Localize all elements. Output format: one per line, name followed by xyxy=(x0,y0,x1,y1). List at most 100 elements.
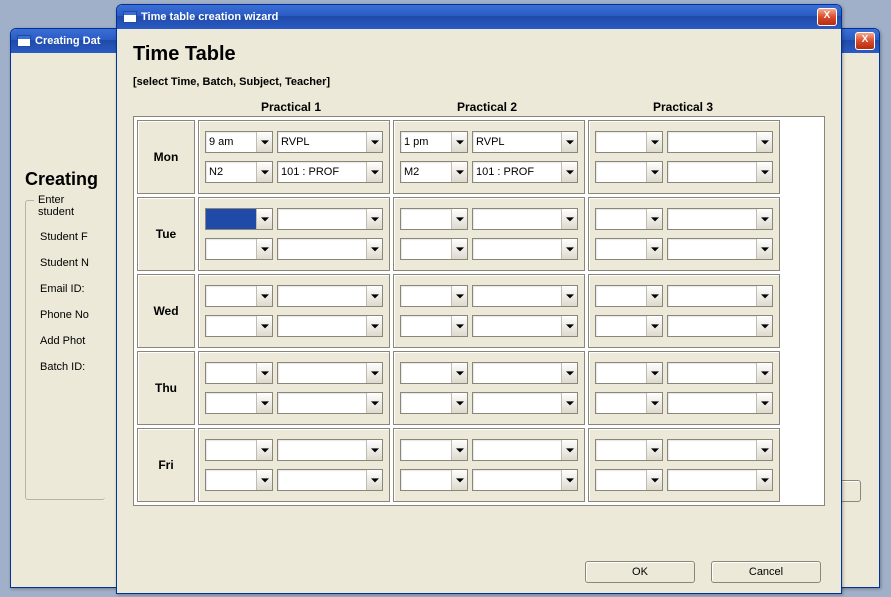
subject-select[interactable] xyxy=(472,208,578,230)
chevron-down-icon[interactable] xyxy=(646,239,662,259)
chevron-down-icon[interactable] xyxy=(366,286,382,306)
time-select[interactable] xyxy=(595,439,663,461)
chevron-down-icon[interactable] xyxy=(366,239,382,259)
subject-select[interactable] xyxy=(667,285,773,307)
chevron-down-icon[interactable] xyxy=(256,363,272,383)
close-icon[interactable]: X xyxy=(817,8,837,26)
chevron-down-icon[interactable] xyxy=(256,209,272,229)
chevron-down-icon[interactable] xyxy=(451,132,467,152)
chevron-down-icon[interactable] xyxy=(451,209,467,229)
chevron-down-icon[interactable] xyxy=(366,209,382,229)
chevron-down-icon[interactable] xyxy=(646,393,662,413)
time-select[interactable] xyxy=(400,208,468,230)
teacher-select[interactable]: 101 : PROF xyxy=(277,161,383,183)
teacher-select[interactable] xyxy=(667,315,773,337)
subject-select[interactable] xyxy=(472,362,578,384)
subject-select[interactable] xyxy=(277,362,383,384)
chevron-down-icon[interactable] xyxy=(366,393,382,413)
subject-select[interactable] xyxy=(277,208,383,230)
batch-select[interactable] xyxy=(595,392,663,414)
subject-select[interactable] xyxy=(667,131,773,153)
batch-select[interactable] xyxy=(595,161,663,183)
chevron-down-icon[interactable] xyxy=(756,162,772,182)
chevron-down-icon[interactable] xyxy=(756,363,772,383)
chevron-down-icon[interactable] xyxy=(451,363,467,383)
chevron-down-icon[interactable] xyxy=(646,363,662,383)
chevron-down-icon[interactable] xyxy=(646,209,662,229)
chevron-down-icon[interactable] xyxy=(756,470,772,490)
subject-select[interactable]: RVPL xyxy=(277,131,383,153)
chevron-down-icon[interactable] xyxy=(366,132,382,152)
time-select[interactable] xyxy=(595,362,663,384)
front-titlebar[interactable]: Time table creation wizard X xyxy=(117,5,841,29)
chevron-down-icon[interactable] xyxy=(561,162,577,182)
batch-select[interactable]: N2 xyxy=(205,161,273,183)
chevron-down-icon[interactable] xyxy=(451,286,467,306)
teacher-select[interactable] xyxy=(667,161,773,183)
batch-select[interactable] xyxy=(400,392,468,414)
chevron-down-icon[interactable] xyxy=(646,132,662,152)
teacher-select[interactable] xyxy=(277,469,383,491)
chevron-down-icon[interactable] xyxy=(451,440,467,460)
batch-select[interactable] xyxy=(595,238,663,260)
chevron-down-icon[interactable] xyxy=(646,286,662,306)
chevron-down-icon[interactable] xyxy=(561,393,577,413)
teacher-select[interactable] xyxy=(667,238,773,260)
chevron-down-icon[interactable] xyxy=(256,393,272,413)
subject-select[interactable] xyxy=(277,439,383,461)
chevron-down-icon[interactable] xyxy=(561,286,577,306)
chevron-down-icon[interactable] xyxy=(451,316,467,336)
subject-select[interactable] xyxy=(472,285,578,307)
time-select[interactable] xyxy=(205,285,273,307)
batch-select[interactable] xyxy=(205,315,273,337)
chevron-down-icon[interactable] xyxy=(561,209,577,229)
teacher-select[interactable] xyxy=(277,238,383,260)
time-select[interactable] xyxy=(595,285,663,307)
chevron-down-icon[interactable] xyxy=(451,393,467,413)
time-select[interactable] xyxy=(205,362,273,384)
chevron-down-icon[interactable] xyxy=(756,239,772,259)
chevron-down-icon[interactable] xyxy=(256,286,272,306)
time-select[interactable]: 9 am xyxy=(205,131,273,153)
chevron-down-icon[interactable] xyxy=(646,470,662,490)
chevron-down-icon[interactable] xyxy=(756,316,772,336)
close-icon[interactable]: X xyxy=(855,32,875,50)
chevron-down-icon[interactable] xyxy=(646,316,662,336)
chevron-down-icon[interactable] xyxy=(561,239,577,259)
chevron-down-icon[interactable] xyxy=(561,363,577,383)
chevron-down-icon[interactable] xyxy=(451,162,467,182)
chevron-down-icon[interactable] xyxy=(561,132,577,152)
chevron-down-icon[interactable] xyxy=(646,440,662,460)
time-select[interactable] xyxy=(205,439,273,461)
batch-select[interactable] xyxy=(400,238,468,260)
chevron-down-icon[interactable] xyxy=(451,470,467,490)
chevron-down-icon[interactable] xyxy=(756,132,772,152)
chevron-down-icon[interactable] xyxy=(256,162,272,182)
subject-select[interactable] xyxy=(277,285,383,307)
chevron-down-icon[interactable] xyxy=(256,239,272,259)
chevron-down-icon[interactable] xyxy=(756,209,772,229)
chevron-down-icon[interactable] xyxy=(366,470,382,490)
chevron-down-icon[interactable] xyxy=(366,316,382,336)
time-select[interactable] xyxy=(400,285,468,307)
chevron-down-icon[interactable] xyxy=(366,363,382,383)
time-select[interactable]: 1 pm xyxy=(400,131,468,153)
chevron-down-icon[interactable] xyxy=(561,316,577,336)
subject-select[interactable] xyxy=(472,439,578,461)
batch-select[interactable]: M2 xyxy=(400,161,468,183)
subject-select[interactable] xyxy=(667,208,773,230)
chevron-down-icon[interactable] xyxy=(256,316,272,336)
ok-button[interactable]: OK xyxy=(585,561,695,583)
chevron-down-icon[interactable] xyxy=(756,440,772,460)
batch-select[interactable] xyxy=(595,315,663,337)
chevron-down-icon[interactable] xyxy=(646,162,662,182)
time-select[interactable] xyxy=(595,208,663,230)
chevron-down-icon[interactable] xyxy=(756,393,772,413)
batch-select[interactable] xyxy=(595,469,663,491)
chevron-down-icon[interactable] xyxy=(256,132,272,152)
batch-select[interactable] xyxy=(205,238,273,260)
batch-select[interactable] xyxy=(400,469,468,491)
teacher-select[interactable] xyxy=(277,392,383,414)
batch-select[interactable] xyxy=(400,315,468,337)
time-select[interactable] xyxy=(400,362,468,384)
